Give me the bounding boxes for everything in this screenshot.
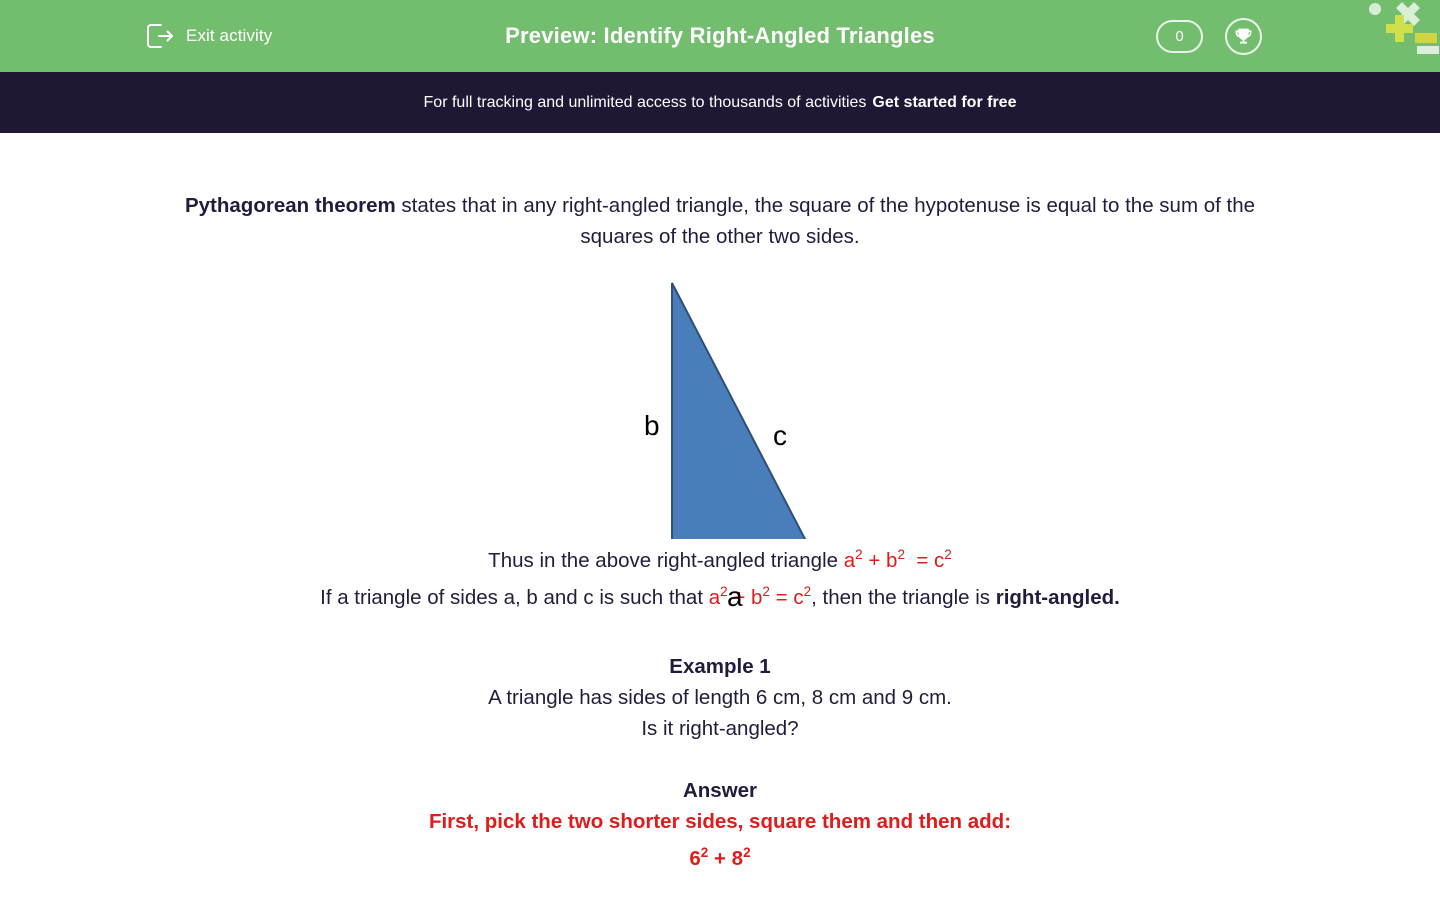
activity-content: Pythagorean theorem states that in any r… <box>0 133 1440 900</box>
triangle-svg <box>671 282 807 539</box>
exit-door-arrow-icon <box>146 23 174 49</box>
statement-thus-prefix: Thus in the above right-angled triangle <box>488 548 844 572</box>
example-section: Example 1 A triangle has sides of length… <box>0 651 1440 744</box>
trophy-button[interactable] <box>1225 17 1262 55</box>
exit-activity-label: Exit activity <box>186 26 273 45</box>
upgrade-banner-text: For full tracking and unlimited access t… <box>423 93 867 111</box>
deco-rect-light <box>1417 46 1439 54</box>
intro-bold-lead: Pythagorean theorem <box>184 194 396 217</box>
deco-rect-yellow <box>1415 33 1437 43</box>
get-started-link[interactable]: Get started for free <box>872 94 1016 112</box>
score-badge[interactable]: 0 <box>1156 19 1203 53</box>
statement-if-prefix: If a triangle of sides a, b and c is suc… <box>320 585 709 609</box>
exit-activity-button[interactable]: Exit activity <box>146 0 272 72</box>
answer-step-1: First, pick the two shorter sides, squar… <box>428 809 1012 833</box>
triangle-figure: b c a <box>0 269 1440 611</box>
example-title: Example 1 <box>669 654 771 678</box>
triangle-label-a: a <box>727 581 743 612</box>
statement-if: If a triangle of sides a, b and c is suc… <box>0 576 1440 613</box>
statement-if-bold: right-angled. <box>995 585 1120 609</box>
app-header: Exit activity Preview: Identify Right-An… <box>0 0 1440 72</box>
right-triangle-shape <box>671 282 807 539</box>
answer-section: Answer First, pick the two shorter sides… <box>0 775 1440 874</box>
example-line-2: Is it right-angled? <box>641 716 799 740</box>
upgrade-banner: For full tracking and unlimited access t… <box>0 72 1440 133</box>
trophy-icon <box>1233 26 1254 47</box>
intro-rest: states that in any right-angled triangle… <box>395 194 1256 248</box>
score-value: 0 <box>1175 27 1184 45</box>
statement-thus-formula: a2 + b2 = c2 <box>843 547 952 572</box>
intro-paragraph: Pythagorean theorem states that in any r… <box>155 190 1285 252</box>
triangle-label-c: c <box>773 420 787 451</box>
statement-if-middle: , then the triangle is <box>811 585 996 609</box>
decorative-shapes <box>1360 0 1440 58</box>
example-line-1: A triangle has sides of length 6 cm, 8 c… <box>488 685 952 709</box>
answer-title: Answer <box>682 778 758 802</box>
triangle-label-b: b <box>644 410 660 441</box>
header-actions: 0 <box>1156 0 1262 72</box>
statement-if-formula: a2 + b2 = c2 <box>708 583 812 609</box>
deco-circle <box>1369 3 1381 15</box>
statement-thus: Thus in the above right-angled triangle … <box>0 539 1440 576</box>
answer-step-1-formula: 62 + 82 <box>689 844 751 870</box>
